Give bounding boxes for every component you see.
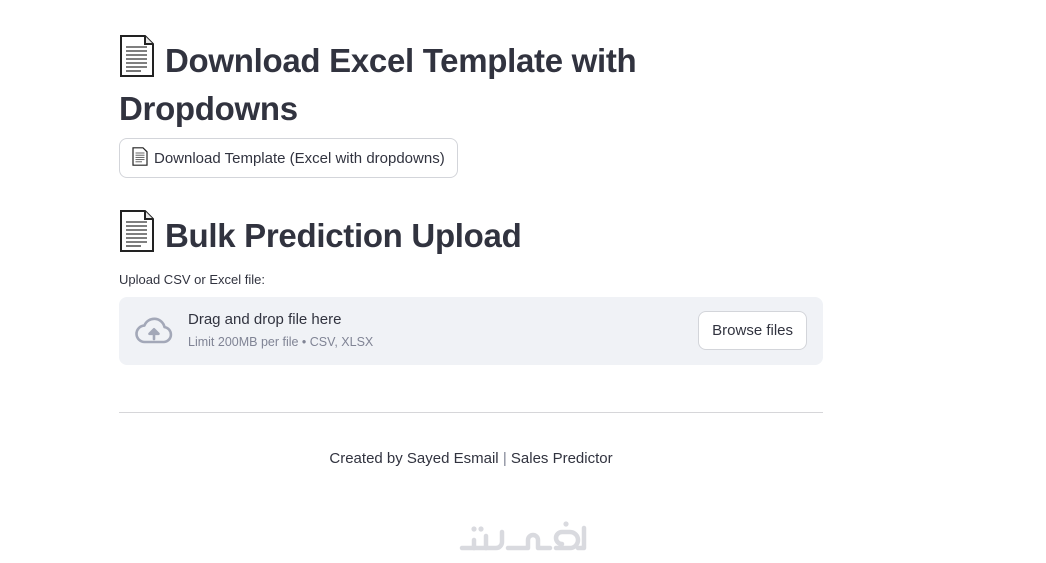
template-section-title: Download Excel Template with Dropdowns — [119, 35, 739, 130]
cloud-upload-icon — [135, 317, 173, 349]
file-uploader-label: Upload CSV or Excel file: — [119, 272, 265, 287]
khamsat-watermark-logo — [458, 518, 588, 558]
footer-credit: Created by Sayed Esmail — [329, 450, 499, 467]
footer-app-name: Sales Predictor — [510, 450, 613, 467]
upload-section-title: Bulk Prediction Upload — [119, 210, 739, 262]
template-section-title-text: Download Excel Template with Dropdowns — [119, 42, 637, 127]
upload-section-title-text: Bulk Prediction Upload — [165, 217, 522, 254]
horizontal-divider — [119, 412, 823, 413]
file-dropzone[interactable]: Drag and drop file here Limit 200MB per … — [119, 297, 823, 365]
footer-separator: | — [502, 450, 507, 467]
dropzone-limit-text: Limit 200MB per file • CSV, XLSX — [188, 335, 374, 349]
browse-files-button[interactable]: Browse files — [698, 311, 807, 350]
download-template-button-label: Download Template (Excel with dropdowns) — [154, 149, 445, 167]
download-template-button[interactable]: Download Template (Excel with dropdowns) — [119, 138, 458, 178]
footer: Created by Sayed Esmail | Sales Predicto… — [119, 450, 823, 467]
page-facing-up-icon — [119, 35, 155, 87]
page-facing-up-icon — [132, 146, 148, 170]
page-facing-up-icon — [119, 210, 155, 262]
dropzone-instructions: Drag and drop file here — [188, 311, 342, 328]
